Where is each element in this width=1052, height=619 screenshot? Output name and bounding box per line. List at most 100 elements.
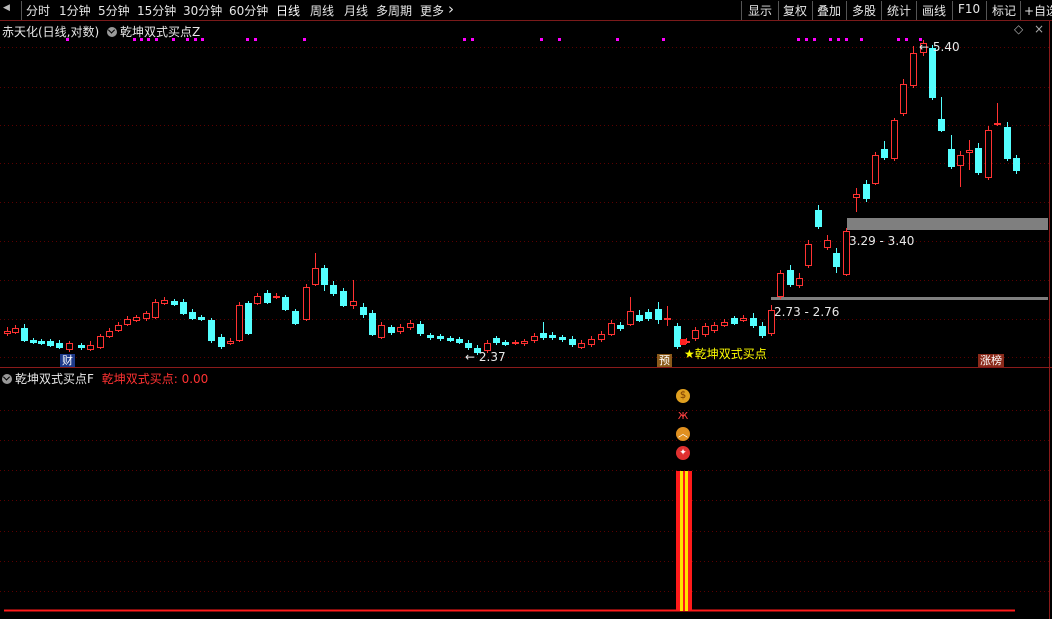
candle-body xyxy=(805,244,812,266)
signal-dot xyxy=(172,38,175,41)
candle xyxy=(264,290,271,304)
candle xyxy=(512,340,519,345)
candle xyxy=(312,253,319,286)
candle xyxy=(853,188,860,212)
candle xyxy=(273,293,280,299)
candle-body xyxy=(900,84,907,114)
candlestick-chart[interactable] xyxy=(0,0,1052,619)
candle xyxy=(254,293,261,305)
signal-dot xyxy=(558,38,561,41)
candle-body xyxy=(4,331,11,334)
candle-body xyxy=(891,120,898,159)
candle-body xyxy=(124,319,131,325)
high-price-label: ← 5.40 xyxy=(919,40,960,54)
candle-body xyxy=(702,326,709,335)
candle xyxy=(787,265,794,287)
signal-text: 乾坤双式买点 xyxy=(694,347,767,361)
candle-body xyxy=(437,336,444,339)
candle-body xyxy=(938,119,945,131)
candle xyxy=(388,325,395,335)
limit-up-badge[interactable]: 涨榜 xyxy=(978,354,1004,367)
candle xyxy=(465,340,472,350)
finance-badge[interactable]: 财 xyxy=(60,354,75,367)
low-price-label: ← 2.37 xyxy=(465,350,506,364)
candle-body xyxy=(427,335,434,338)
candle-body xyxy=(360,307,367,315)
candle-body xyxy=(378,325,385,338)
candle xyxy=(549,332,556,340)
candle-body xyxy=(569,339,576,345)
signal-dot xyxy=(186,38,189,41)
candle-body xyxy=(824,240,831,248)
candle xyxy=(456,337,463,344)
candle-body xyxy=(143,313,150,319)
candle-body xyxy=(731,318,738,324)
candle xyxy=(966,140,973,170)
candle xyxy=(588,336,595,347)
star-icon: ★ xyxy=(684,347,695,361)
candle xyxy=(750,313,757,328)
candle xyxy=(636,310,643,322)
candle xyxy=(608,320,615,336)
candle-body xyxy=(236,305,243,341)
candle xyxy=(881,141,888,160)
support-zone-bar xyxy=(771,297,1048,300)
candle xyxy=(777,270,784,299)
candle xyxy=(540,322,547,340)
signal-dot xyxy=(662,38,665,41)
candle xyxy=(198,315,205,321)
candle xyxy=(292,309,299,325)
candle xyxy=(617,322,624,331)
sub-indicator-name: 乾坤双式买点F xyxy=(15,372,94,386)
candle xyxy=(1013,155,1020,174)
candle-body xyxy=(540,333,547,338)
signal-dot xyxy=(837,38,840,41)
candle xyxy=(38,339,45,345)
candle-body xyxy=(664,318,671,320)
candle-body xyxy=(30,340,37,343)
chevron-up-icon: ︿ xyxy=(676,427,690,441)
candle-body xyxy=(388,327,395,333)
candle xyxy=(47,339,54,347)
candle xyxy=(417,321,424,336)
buy-signal-annotation: ★乾坤双式买点 xyxy=(684,345,767,362)
signal-dot xyxy=(155,38,158,41)
candle-body xyxy=(692,330,699,339)
signal-dot xyxy=(303,38,306,41)
candle-body xyxy=(636,315,643,321)
signal-dot xyxy=(905,38,908,41)
candle xyxy=(56,340,63,349)
candle-body xyxy=(180,302,187,314)
signal-dot xyxy=(133,38,136,41)
candle xyxy=(805,240,812,268)
candle-body xyxy=(407,323,414,328)
signal-dot xyxy=(897,38,900,41)
candle xyxy=(731,316,738,325)
candle-body xyxy=(56,343,63,348)
candle-body xyxy=(312,268,319,285)
signal-dot xyxy=(829,38,832,41)
candle-body xyxy=(303,287,310,320)
candle-body xyxy=(12,328,19,333)
candle xyxy=(531,333,538,343)
signal-dot xyxy=(463,38,466,41)
candle-body xyxy=(133,317,140,321)
candle xyxy=(171,299,178,306)
candle-body xyxy=(617,325,624,329)
candle-body xyxy=(863,184,870,199)
candle xyxy=(303,284,310,321)
collapse-circle-icon[interactable] xyxy=(2,374,12,384)
candle-body xyxy=(47,341,54,346)
candle xyxy=(350,280,357,309)
forecast-badge[interactable]: 预 xyxy=(657,354,672,367)
candle xyxy=(218,334,225,349)
candle xyxy=(152,299,159,319)
candle xyxy=(721,319,728,327)
signal-dot xyxy=(616,38,619,41)
signal-dot xyxy=(201,38,204,41)
candle xyxy=(957,151,964,187)
candle-body xyxy=(292,311,299,324)
candle xyxy=(740,315,747,322)
candle-body xyxy=(189,312,196,319)
candle xyxy=(227,338,234,345)
